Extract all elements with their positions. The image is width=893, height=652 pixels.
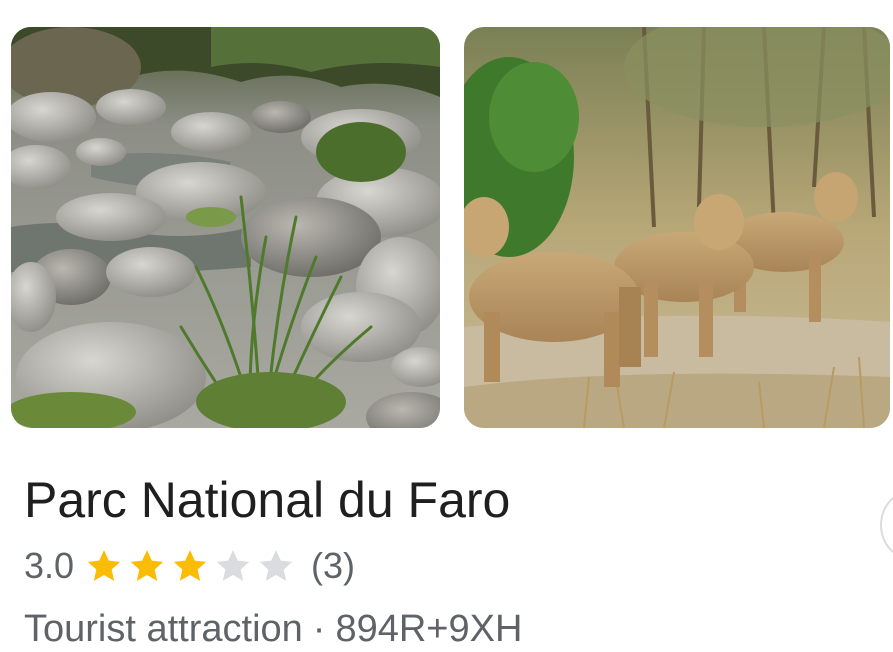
plus-code[interactable]: 894R+9XH	[335, 608, 522, 651]
star-empty-icon	[216, 550, 250, 581]
separator-dot: ·	[312, 607, 326, 650]
lions-photo-image	[464, 27, 890, 428]
rocks-photo-image	[11, 27, 440, 428]
star-rating	[84, 546, 299, 586]
place-photo-rocks[interactable]	[11, 27, 440, 428]
star-filled-icon	[87, 550, 121, 581]
place-subtitle: Tourist attraction · 894R+9XH	[24, 606, 522, 652]
place-category: Tourist attraction	[24, 607, 303, 650]
star-filled-icon	[130, 550, 164, 581]
rating-value: 3.0	[24, 545, 75, 586]
star-filled-icon	[173, 550, 207, 581]
place-photo-lions[interactable]	[464, 27, 890, 428]
review-count: (3)	[311, 545, 356, 586]
rating-row[interactable]: 3.0 (3)	[24, 542, 355, 590]
place-title: Parc National du Faro	[24, 472, 511, 528]
action-button[interactable]	[880, 490, 893, 560]
place-card[interactable]: Parc National du Faro 3.0 (3) Tourist at…	[0, 0, 893, 652]
star-empty-icon	[259, 550, 293, 581]
